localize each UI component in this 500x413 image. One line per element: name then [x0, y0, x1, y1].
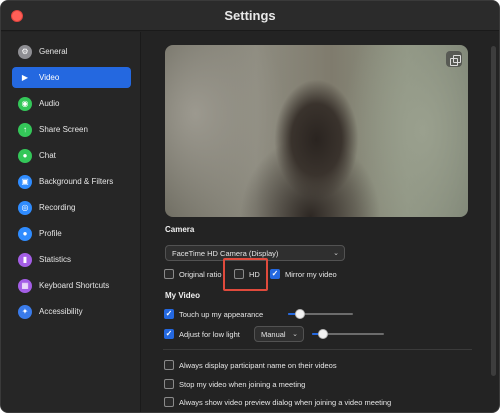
touch-up-checkbox[interactable]: ✓	[164, 309, 174, 319]
touch-up-option[interactable]: ✓ Touch up my appearance	[164, 308, 263, 320]
sidebar-item-label: Statistics	[39, 255, 72, 264]
touch-up-label: Touch up my appearance	[179, 309, 264, 319]
low-light-label: Adjust for low light	[179, 329, 240, 339]
hd-checkbox[interactable]	[234, 269, 244, 279]
low-light-mode-select[interactable]: Manual ⌄	[254, 326, 304, 342]
camera-select[interactable]: FaceTime HD Camera (Display) ⌄	[165, 245, 345, 261]
camera-heading: Camera	[165, 225, 195, 234]
keyboard-icon: ▦	[18, 278, 32, 293]
sidebar-item-label: Share Screen	[39, 125, 88, 134]
sidebar-item-label: Video	[39, 73, 60, 82]
stop-video-on-join-option[interactable]: Stop my video when joining a meeting	[164, 378, 305, 390]
original-ratio-checkbox[interactable]	[164, 269, 174, 279]
headphones-icon: ◉	[18, 96, 32, 111]
my-video-heading: My Video	[165, 291, 200, 300]
sidebar-item-label: General	[39, 47, 68, 56]
chevron-down-icon: ⌄	[292, 331, 298, 338]
statistics-icon: ▮	[18, 252, 32, 267]
sidebar-item-recording[interactable]: ◎ Recording	[12, 197, 131, 218]
video-settings-panel: Camera FaceTime HD Camera (Display) ⌄ Or…	[142, 32, 499, 412]
show-preview-dialog-label: Always show video preview dialog when jo…	[179, 397, 392, 407]
slider-thumb[interactable]	[318, 329, 328, 339]
sidebar-item-label: Audio	[39, 99, 60, 108]
sidebar-item-label: Chat	[39, 151, 56, 160]
sidebar-item-audio[interactable]: ◉ Audio	[12, 93, 131, 114]
always-display-names-option[interactable]: Always display participant name on their…	[164, 359, 337, 371]
low-light-option[interactable]: ✓ Adjust for low light	[164, 328, 240, 340]
rotate-camera-button[interactable]	[446, 51, 462, 67]
original-ratio-option[interactable]: Original ratio	[164, 268, 222, 280]
slider-thumb[interactable]	[295, 309, 305, 319]
sidebar-item-accessibility[interactable]: ✦ Accessibility	[12, 301, 131, 322]
sidebar-item-label: Profile	[39, 229, 62, 238]
sidebar-item-statistics[interactable]: ▮ Statistics	[12, 249, 131, 270]
settings-window: Settings ⚙ General ▶ Video ◉ Audio ↑ Sha…	[0, 0, 500, 413]
low-light-checkbox[interactable]: ✓	[164, 329, 174, 339]
touch-up-slider[interactable]	[288, 309, 353, 319]
low-light-slider[interactable]	[312, 329, 384, 339]
mirror-video-option[interactable]: ✓ Mirror my video	[270, 268, 337, 280]
always-display-names-checkbox[interactable]	[164, 360, 174, 370]
sidebar-item-label: Recording	[39, 203, 76, 212]
original-ratio-label: Original ratio	[179, 269, 222, 279]
show-preview-dialog-option[interactable]: Always show video preview dialog when jo…	[164, 396, 391, 408]
sidebar-item-video[interactable]: ▶ Video	[12, 67, 131, 88]
sidebar-item-background-filters[interactable]: ▣ Background & Filters	[12, 171, 131, 192]
gear-icon: ⚙	[18, 44, 32, 59]
show-preview-dialog-checkbox[interactable]	[164, 397, 174, 407]
always-display-names-label: Always display participant name on their…	[179, 360, 337, 370]
stop-video-on-join-checkbox[interactable]	[164, 379, 174, 389]
sidebar-item-label: Accessibility	[39, 307, 83, 316]
sidebar-item-profile[interactable]: ● Profile	[12, 223, 131, 244]
profile-icon: ●	[18, 226, 32, 241]
hd-option[interactable]: HD	[234, 268, 260, 280]
hd-label: HD	[249, 269, 260, 279]
camera-preview	[165, 45, 468, 217]
mirror-video-checkbox[interactable]: ✓	[270, 269, 280, 279]
share-screen-icon: ↑	[18, 122, 32, 137]
sidebar-item-keyboard-shortcuts[interactable]: ▦ Keyboard Shortcuts	[12, 275, 131, 296]
sidebar-item-share-screen[interactable]: ↑ Share Screen	[12, 119, 131, 140]
accessibility-icon: ✦	[18, 304, 32, 319]
rotate-icon	[449, 54, 461, 66]
section-divider	[163, 349, 472, 350]
sidebar-item-chat[interactable]: ● Chat	[12, 145, 131, 166]
mirror-video-label: Mirror my video	[285, 269, 337, 279]
scrollbar[interactable]	[491, 46, 496, 376]
sidebar-item-general[interactable]: ⚙ General	[12, 41, 131, 62]
camera-select-value: FaceTime HD Camera (Display)	[172, 248, 279, 258]
low-light-mode-value: Manual	[261, 329, 286, 339]
window-title: Settings	[224, 8, 276, 23]
video-camera-icon: ▶	[21, 72, 29, 82]
chevron-down-icon: ⌄	[333, 250, 339, 257]
person-background-icon: ▣	[18, 174, 32, 189]
chat-bubble-icon: ●	[18, 148, 32, 163]
title-bar: Settings	[1, 1, 499, 31]
sidebar-item-label: Background & Filters	[39, 177, 114, 186]
settings-sidebar: ⚙ General ▶ Video ◉ Audio ↑ Share Screen…	[1, 32, 141, 412]
stop-video-on-join-label: Stop my video when joining a meeting	[179, 379, 306, 389]
record-icon: ◎	[18, 200, 32, 215]
sidebar-item-label: Keyboard Shortcuts	[39, 281, 110, 290]
